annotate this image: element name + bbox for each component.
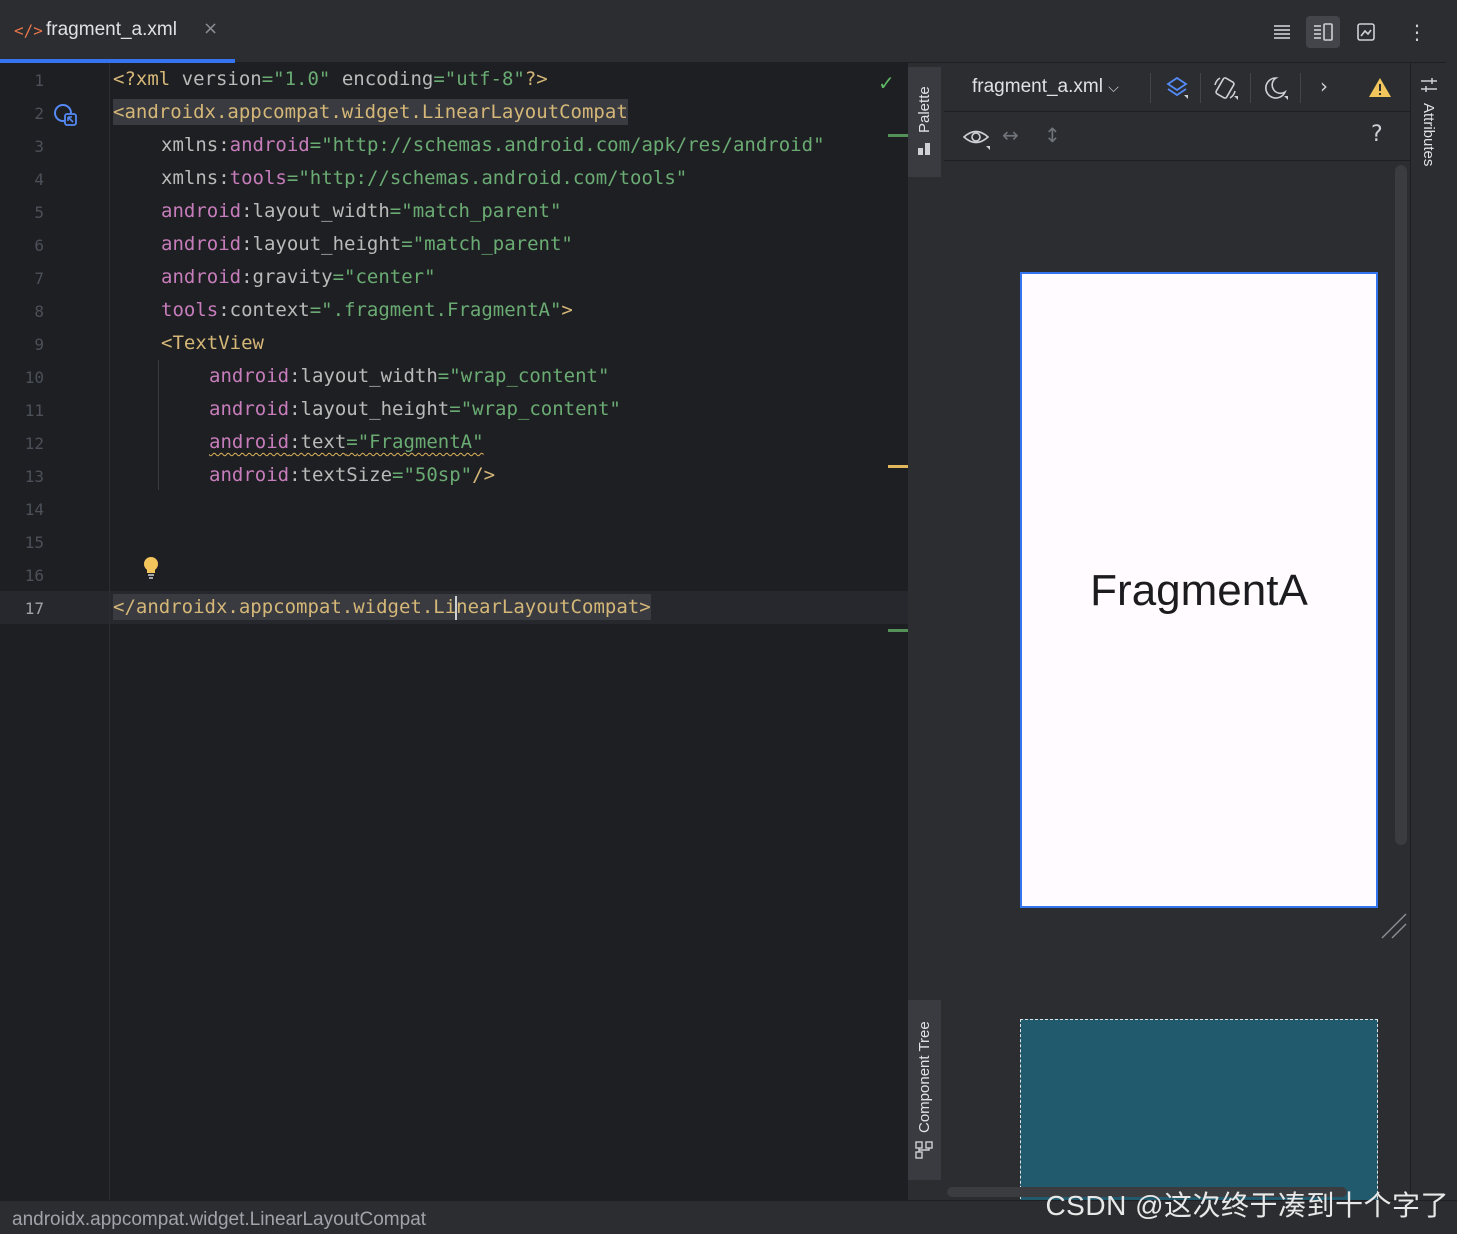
- line-number: 9: [34, 335, 44, 354]
- tab-title: fragment_a.xml: [46, 19, 177, 40]
- resize-vertical-icon[interactable]: ↕: [1044, 123, 1061, 147]
- palette-tab[interactable]: Palette: [908, 67, 941, 177]
- code-line-7: android:gravity="center": [161, 266, 436, 288]
- design-toolbar-secondary: ↔ ↕ ?: [944, 113, 1410, 161]
- line-number: 15: [24, 533, 44, 552]
- code-line-4: xmlns:tools="http://schemas.android.com/…: [161, 167, 688, 189]
- indent-guide: [158, 360, 159, 490]
- warning-marker[interactable]: [888, 465, 908, 468]
- close-tab-icon[interactable]: ×: [203, 18, 218, 39]
- layout-file-select[interactable]: fragment_a.xml ⌵: [972, 76, 1119, 98]
- design-preview-screen[interactable]: FragmentA: [1020, 272, 1378, 908]
- line-number: 13: [24, 467, 44, 486]
- line-number: 12: [24, 434, 44, 453]
- lightbulb-intention-icon[interactable]: [140, 555, 162, 581]
- line-number: 4: [34, 170, 44, 189]
- resize-horizontal-icon[interactable]: ↔: [1002, 123, 1019, 147]
- resize-handle-icon[interactable]: [1380, 912, 1408, 940]
- breadcrumb[interactable]: androidx.appcompat.widget.LinearLayoutCo…: [12, 1209, 426, 1231]
- split-view-icon[interactable]: [1306, 16, 1340, 48]
- code-line-17: </androidx.appcompat.widget.LinearLayout…: [113, 594, 651, 620]
- no-problems-check-icon[interactable]: ✓: [878, 71, 895, 95]
- code-line-12-warning[interactable]: android:text="FragmentA": [209, 426, 484, 459]
- component-tree-icon: [915, 1141, 934, 1159]
- code-editor[interactable]: 1 2 3 4 5 6 7 8 9 10 11 12 13 14 15 16 1…: [0, 63, 908, 1200]
- view-options-eye-icon[interactable]: [962, 126, 992, 150]
- toolbar-separator: [1200, 73, 1201, 103]
- change-marker[interactable]: [888, 134, 908, 137]
- code-line-10: android:layout_width="wrap_content": [209, 365, 610, 387]
- chevron-down-icon: ⌵: [1108, 79, 1119, 95]
- xml-file-icon: </>: [14, 21, 43, 40]
- toolbar-separator: [1300, 73, 1301, 103]
- line-number: 7: [34, 269, 44, 288]
- watermark: CSDN @这次终于凑到十个字了: [1045, 1190, 1449, 1221]
- palette-icon: [918, 143, 931, 156]
- line-number-current: 17: [24, 599, 44, 618]
- help-icon[interactable]: ?: [1371, 122, 1383, 147]
- design-pane: fragment_a.xml ⌵ › ↔ ↕ ? FragmentA: [944, 63, 1410, 1209]
- design-side-strip: Palette Component Tree: [908, 63, 944, 1200]
- line-number: 5: [34, 203, 44, 222]
- more-options-icon[interactable]: ⋮: [1400, 16, 1434, 48]
- design-canvas[interactable]: FragmentA: [944, 162, 1410, 1209]
- warning-icon[interactable]: [1368, 76, 1392, 98]
- toolbar-separator: [1250, 73, 1251, 103]
- line-number: 16: [24, 566, 44, 585]
- code-line-1: <?xml version="1.0" encoding="utf-8"?>: [113, 68, 548, 90]
- orientation-icon[interactable]: [1212, 75, 1240, 101]
- line-number: 2: [34, 104, 44, 123]
- vertical-scrollbar[interactable]: [1395, 165, 1407, 845]
- editor-tab-bar: </> fragment_a.xml × ⋮: [0, 0, 1457, 63]
- line-number: 8: [34, 302, 44, 321]
- code-line-9: <TextView: [161, 332, 264, 354]
- code-view-icon[interactable]: [1265, 16, 1299, 48]
- code-line-3: xmlns:android="http://schemas.android.co…: [161, 134, 825, 156]
- design-toolbar: fragment_a.xml ⌵ ›: [944, 63, 1410, 112]
- blueprint-preview-screen[interactable]: [1020, 1019, 1378, 1209]
- code-line-5: android:layout_width="match_parent": [161, 200, 562, 222]
- window-right-edge: [1446, 0, 1457, 1234]
- line-number: 10: [24, 368, 44, 387]
- chevron-right-icon[interactable]: ›: [1320, 74, 1328, 98]
- design-surface-layers-icon[interactable]: [1164, 75, 1190, 101]
- layout-preview-gutter-icon[interactable]: [52, 101, 78, 127]
- attributes-sliders-icon: [1420, 78, 1437, 92]
- line-number: 6: [34, 236, 44, 255]
- line-number: 3: [34, 137, 44, 156]
- design-view-icon[interactable]: [1349, 16, 1383, 48]
- code-line-8: tools:context=".fragment.FragmentA">: [161, 299, 573, 321]
- line-number: 11: [24, 401, 44, 420]
- line-number-gutter: 1 2 3 4 5 6 7 8 9 10 11 12 13 14 15 16 1…: [0, 63, 110, 1200]
- line-number: 1: [34, 71, 44, 90]
- attributes-strip: Attributes: [1410, 63, 1446, 1200]
- attributes-tab[interactable]: Attributes: [1411, 75, 1446, 166]
- code-line-2: <androidx.appcompat.widget.LinearLayoutC…: [113, 99, 628, 125]
- code-line-13: android:textSize="50sp"/>: [209, 464, 496, 486]
- tab-fragment-a-xml[interactable]: </> fragment_a.xml ×: [0, 0, 235, 63]
- component-tree-tab[interactable]: Component Tree: [908, 1000, 941, 1180]
- code-line-6: android:layout_height="match_parent": [161, 233, 573, 255]
- change-marker[interactable]: [888, 629, 908, 632]
- night-mode-icon[interactable]: [1262, 75, 1290, 101]
- code-line-11: android:layout_height="wrap_content": [209, 398, 621, 420]
- preview-textview[interactable]: FragmentA: [1022, 566, 1376, 616]
- toolbar-separator: [1150, 73, 1151, 103]
- line-number: 14: [24, 500, 44, 519]
